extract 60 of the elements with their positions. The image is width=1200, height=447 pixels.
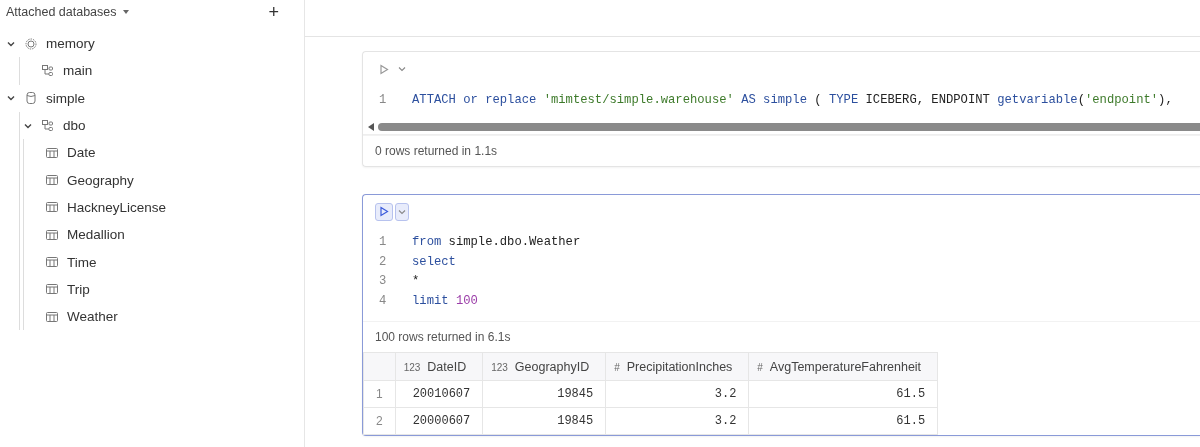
row-number: 2 bbox=[363, 407, 396, 434]
table-cell: 61.5 bbox=[748, 380, 938, 407]
run-options-button[interactable] bbox=[395, 202, 409, 221]
code-line: * bbox=[412, 274, 420, 289]
tree-item[interactable]: Time bbox=[67, 254, 97, 270]
table-icon bbox=[45, 255, 59, 269]
query-cell[interactable]: 1 ATTACH or replace 'mimtest/simple.warehouse' AS simple ( TYPE ICEBERG, ENDPOINT getvariable('endpoint'), 0 rows returned in 1.1s bbox=[362, 51, 1200, 167]
scroll-left-icon[interactable] bbox=[367, 121, 375, 132]
tree-item[interactable]: Trip bbox=[67, 281, 90, 297]
database-icon bbox=[24, 91, 38, 106]
table-cell: 3.2 bbox=[605, 380, 749, 407]
table-icon bbox=[45, 282, 59, 297]
line-number: 4 bbox=[378, 293, 388, 308]
tree-item[interactable]: dbo bbox=[63, 118, 86, 134]
gear-icon bbox=[24, 36, 38, 51]
line-number: 1 bbox=[378, 235, 388, 250]
tree-item[interactable]: Date bbox=[67, 145, 96, 161]
code-line: select bbox=[412, 254, 456, 269]
table-icon bbox=[45, 309, 59, 324]
table-cell: 19845 bbox=[482, 380, 606, 407]
chevron-icon bbox=[398, 208, 406, 215]
column-header[interactable]: # AvgTemperatureFahrenheit bbox=[748, 352, 938, 380]
caret-icon[interactable] bbox=[121, 9, 130, 15]
add-button[interactable]: + bbox=[264, 3, 283, 21]
tree-item[interactable]: HackneyLicense bbox=[67, 199, 167, 215]
play-icon bbox=[379, 206, 389, 217]
tree-item[interactable]: Medallion bbox=[67, 227, 125, 243]
table-icon bbox=[45, 145, 59, 160]
play-icon bbox=[379, 63, 389, 75]
table-cell: 61.5 bbox=[748, 407, 938, 434]
column-header[interactable]: 123 DateID bbox=[395, 352, 483, 380]
table-icon bbox=[45, 173, 59, 188]
code-line: ATTACH or replace 'mimtest/simple.warehouse' AS simple ( TYPE ICEBERG, ENDPOINT getvariable('endpoint'), bbox=[412, 92, 1173, 107]
table-icon bbox=[45, 227, 59, 242]
line-number: 2 bbox=[378, 254, 388, 269]
chevron-icon bbox=[398, 66, 406, 72]
run-button[interactable] bbox=[375, 202, 393, 221]
tree-item[interactable]: Weather bbox=[67, 309, 118, 325]
status-text: 100 rows returned in 6.1s bbox=[375, 329, 511, 344]
tree-item[interactable]: Geography bbox=[67, 172, 134, 188]
line-number: 1 bbox=[378, 92, 388, 107]
code-line: from simple.dbo.Weather bbox=[412, 235, 581, 250]
line-number: 3 bbox=[378, 274, 388, 289]
schema-icon bbox=[41, 63, 55, 78]
table-cell: 3.2 bbox=[605, 407, 749, 434]
table-cell: 19845 bbox=[482, 407, 606, 434]
query-cell[interactable] bbox=[362, 193, 1200, 436]
column-header[interactable]: 123 GeographyID bbox=[482, 352, 606, 380]
table-cell: 20010607 bbox=[395, 380, 483, 407]
table-icon bbox=[45, 200, 59, 215]
schema-icon bbox=[41, 118, 55, 133]
code-line: limit 100 bbox=[412, 293, 478, 308]
sidebar-title[interactable]: Attached databases bbox=[6, 5, 117, 19]
table-cell: 20000607 bbox=[395, 407, 483, 434]
tree-item[interactable]: main bbox=[63, 63, 93, 79]
tree-item[interactable]: simple bbox=[46, 90, 85, 106]
tree-item[interactable]: memory bbox=[46, 36, 95, 52]
status-text: 0 rows returned in 1.1s bbox=[375, 143, 498, 158]
row-number: 1 bbox=[363, 380, 396, 407]
column-header[interactable]: # PrecipitationInches bbox=[605, 352, 749, 380]
